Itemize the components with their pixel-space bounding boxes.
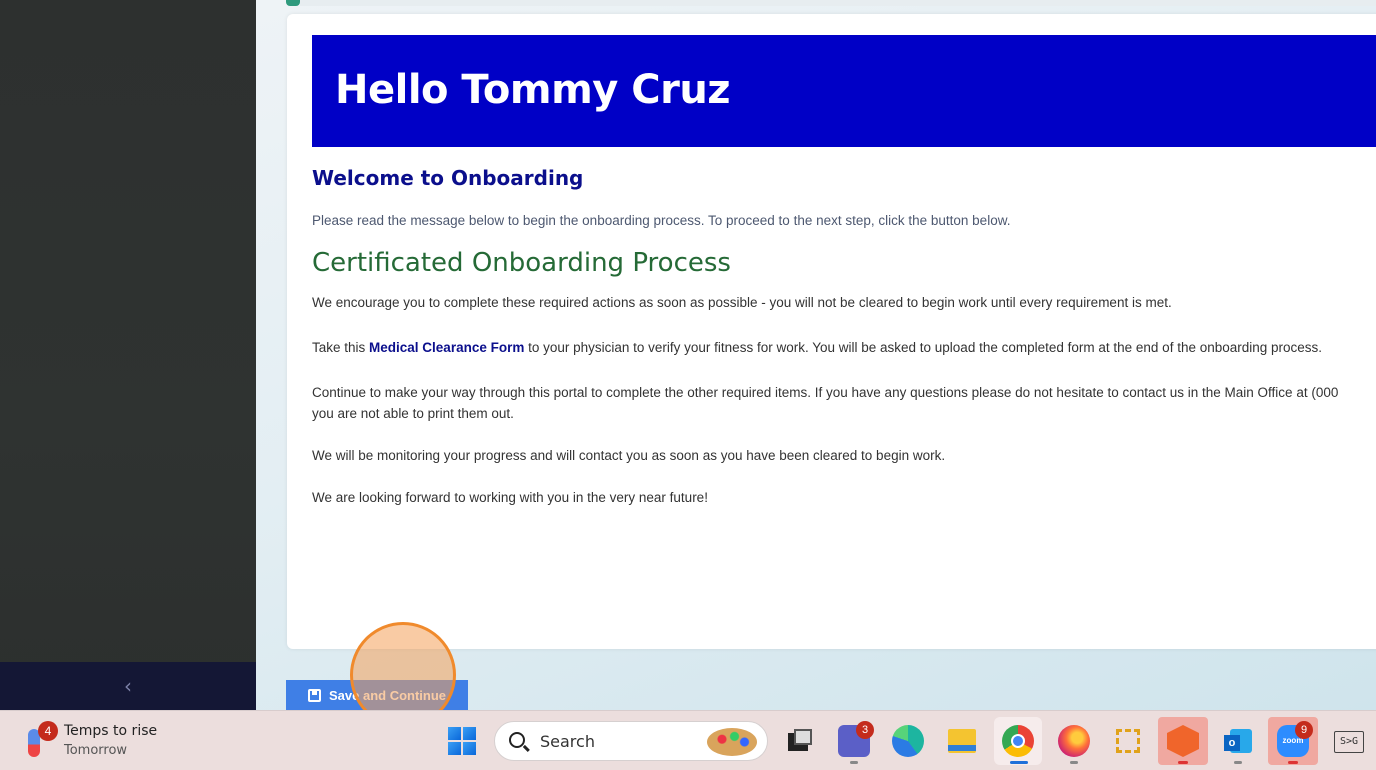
outlook-running-indicator [1234,761,1242,764]
weather-subtitle: Tomorrow [64,743,128,758]
taskbar: 4 Temps to rise Tomorrow Search 3 o zoom… [0,710,1376,770]
onboarding-card: Hello Tommy Cruz Welcome to Onboarding P… [287,14,1376,649]
palette-icon [707,728,757,756]
save-button-label: Save and Continue [329,687,447,703]
paragraph-contact: Continue to make your way through this p… [312,382,1338,424]
welcome-heading: Welcome to Onboarding [312,166,584,190]
windows-start-icon[interactable] [448,727,476,755]
paragraph-text: to your physician to verify your fitness… [524,340,1323,355]
paragraph-requirements: We encourage you to complete these requi… [312,295,1172,310]
save-and-continue-button[interactable]: Save and Continue [286,680,468,710]
paragraph-closing: We are looking forward to working with y… [312,490,708,505]
file-explorer-icon[interactable] [946,725,978,757]
ime-icon[interactable]: S>G [1334,731,1364,753]
greeting-banner: Hello Tommy Cruz [312,35,1376,147]
weather-badge: 4 [38,721,58,741]
paragraph-monitoring: We will be monitoring your progress and … [312,448,946,463]
teams-badge: 3 [856,721,874,739]
vpn-running-indicator [1178,761,1188,764]
outlook-icon[interactable]: o [1222,725,1254,757]
greeting-title: Hello Tommy Cruz [335,67,731,113]
left-panel [0,0,256,710]
taskbar-search[interactable]: Search [494,721,768,761]
chrome-active-indicator [1010,761,1028,764]
sidebar-collapse-bar[interactable]: ‹ [0,662,256,710]
task-view-icon[interactable] [784,725,816,757]
teams-running-indicator [850,761,858,764]
intro-text: Please read the message below to begin t… [312,213,1011,228]
paragraph-medical: Take this Medical Clearance Form to your… [312,337,1322,358]
edge-icon[interactable] [892,725,924,757]
zoom-badge: 9 [1295,721,1313,739]
paragraph-text: Take this [312,340,370,355]
weather-title: Temps to rise [64,723,158,739]
progress-indicator [286,0,300,6]
medical-clearance-link[interactable]: Medical Clearance Form [369,340,524,355]
search-icon [509,732,525,748]
floppy-disk-icon [308,688,321,702]
snip-tool-icon[interactable] [1112,725,1144,757]
firefox-icon[interactable] [1058,725,1090,757]
chevron-left-icon[interactable]: ‹ [124,674,132,698]
search-label: Search [540,732,595,751]
chrome-icon[interactable] [1002,725,1034,757]
paragraph-line: Continue to make your way through this p… [312,385,1339,400]
paragraph-line: you are not able to print them out. [312,406,514,421]
progress-track [300,0,1376,6]
zoom-running-indicator [1288,761,1298,764]
process-heading: Certificated Onboarding Process [312,248,731,278]
firefox-running-indicator [1070,761,1078,764]
weather-widget[interactable]: 4 Temps to rise Tomorrow [24,721,194,761]
